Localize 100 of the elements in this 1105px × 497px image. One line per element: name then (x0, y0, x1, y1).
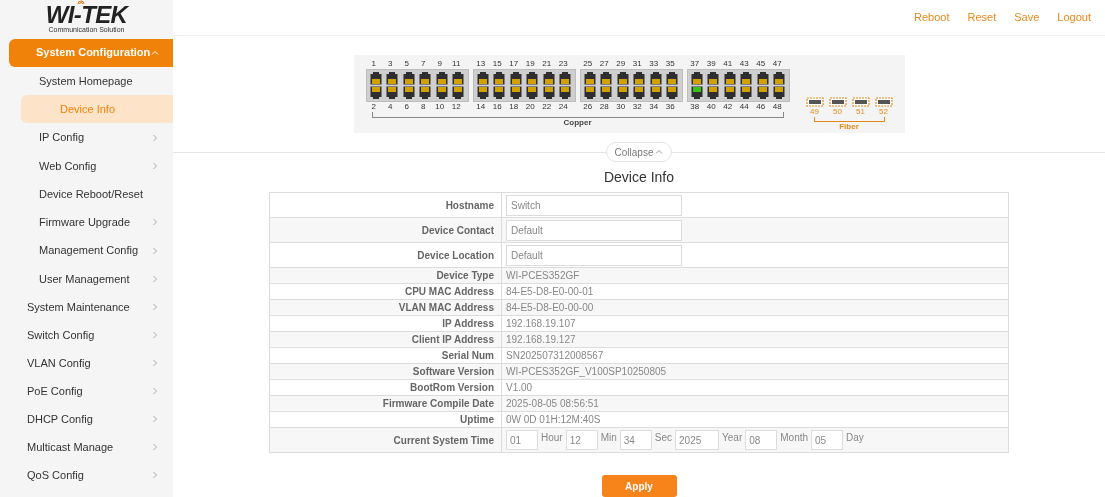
port-number: 41 (722, 59, 734, 69)
port-number: 14 (475, 102, 487, 112)
menu-group[interactable]: DHCP Config (0, 405, 173, 433)
time-unit: Day (846, 431, 864, 445)
port-number: 11 (451, 59, 462, 69)
port-number: 38 (689, 102, 701, 112)
menu-item[interactable]: Device Info (21, 95, 173, 124)
header-link[interactable]: Logout (1057, 9, 1091, 26)
fiber-port-icon (805, 97, 824, 107)
menu-item[interactable]: Web Config (0, 151, 173, 180)
fiber-port-icon (851, 97, 870, 107)
port-number: 44 (738, 102, 750, 112)
field-label: VLAN MAC Address (398, 301, 494, 315)
port-number: 21 (541, 59, 553, 69)
port-number: 28 (598, 102, 610, 112)
text-field[interactable]: Switch (506, 194, 682, 216)
port-number: 52 (879, 107, 888, 117)
menu-item[interactable]: User Management (0, 265, 173, 293)
port-number: 46 (755, 102, 767, 112)
apply-button[interactable]: Apply (601, 475, 677, 497)
port-number: 2 (370, 102, 377, 112)
port-number: 50 (833, 107, 842, 117)
menu-group[interactable]: QoS Config (0, 461, 173, 489)
collapse-button[interactable]: Collapse (605, 142, 673, 162)
fiber-label: Fiber (838, 122, 860, 131)
menu-item[interactable]: IP Config (0, 123, 173, 152)
field-label: Firmware Compile Date (382, 397, 494, 411)
chevron-right-icon (151, 275, 159, 283)
field-value: WI-PCES352GF_V100SP10250805 (506, 365, 667, 379)
port-number: 26 (582, 102, 594, 112)
field-label: CPU MAC Address (404, 285, 494, 299)
port-number: 40 (705, 102, 717, 112)
menu-group[interactable]: Switch Config (0, 321, 173, 349)
text-field[interactable]: Default (506, 219, 682, 241)
chevron-right-icon (151, 133, 159, 142)
port-number: 42 (722, 102, 734, 112)
port-number: 45 (755, 59, 767, 69)
port-number: 1 (370, 59, 377, 69)
field-label: Serial Num (441, 349, 494, 363)
time-field[interactable]: 08 (745, 430, 778, 450)
time-unit: Month (780, 431, 809, 445)
port-number: 34 (648, 102, 660, 112)
time-field[interactable]: 34 (619, 430, 652, 450)
field-value: 84-E5-D8-E0-00-01 (506, 285, 594, 299)
port-number: 31 (631, 59, 643, 69)
port-number: 4 (387, 102, 394, 112)
time-unit: Sec (654, 431, 673, 445)
field-value: V1.00 (506, 381, 533, 395)
menu-group[interactable]: PoE Config (0, 377, 173, 405)
fiber-port-icon (828, 97, 847, 107)
time-unit: Hour (541, 431, 563, 445)
port-number: 10 (434, 102, 446, 112)
time-field[interactable]: 01 (506, 430, 538, 450)
header-link[interactable]: Reboot (914, 9, 950, 26)
field-label: Client IP Address (411, 333, 494, 347)
copper-label: Copper (562, 118, 593, 127)
menu-group[interactable]: Multicast Manage (0, 433, 173, 461)
port-number: 25 (582, 59, 594, 69)
menu-item[interactable]: Device Reboot/Reset (0, 180, 173, 209)
port-number: 22 (541, 102, 553, 112)
time-field[interactable]: 05 (811, 430, 844, 450)
menu-group[interactable]: System Configuration (9, 38, 173, 67)
port-number: 16 (491, 102, 503, 112)
menu-item[interactable]: Management Config (0, 236, 173, 265)
menu-item[interactable]: System Homepage (0, 66, 173, 95)
chevron-right-icon (151, 471, 159, 479)
port-number: 48 (771, 102, 783, 112)
port-number: 37 (689, 59, 701, 69)
chevron-up-icon (151, 48, 159, 57)
signal-icon (75, 0, 86, 6)
field-label: Uptime (460, 413, 494, 427)
menu-group[interactable]: VLAN Config (0, 349, 173, 377)
time-field[interactable]: 12 (565, 430, 598, 450)
port-number: 36 (664, 102, 676, 112)
text-field[interactable]: Default (506, 244, 682, 266)
port-number: 24 (557, 102, 569, 112)
header-link[interactable]: Reset (967, 9, 997, 26)
field-value: 192.168.19.107 (506, 317, 576, 331)
port-number: 29 (615, 59, 627, 69)
time-unit: Year (722, 431, 743, 445)
menu-item[interactable]: Firmware Upgrade (0, 208, 173, 237)
port-number: 15 (491, 59, 503, 69)
chevron-right-icon (151, 303, 159, 311)
port-number: 18 (508, 102, 520, 112)
field-label: Device Location (417, 248, 494, 263)
port-number: 6 (403, 102, 410, 112)
field-label: IP Address (442, 317, 494, 331)
field-value: 84-E5-D8-E0-00-00 (506, 301, 594, 315)
chevron-right-icon (151, 246, 159, 255)
port-number: 9 (436, 59, 443, 69)
header-link[interactable]: Save (1014, 9, 1040, 26)
chevron-right-icon (151, 161, 159, 170)
port-number: 51 (856, 107, 865, 117)
field-value: 0W 0D 01H:12M:40S (506, 413, 601, 427)
field-label: Hostname (445, 198, 494, 213)
time-unit: Min (600, 431, 617, 445)
time-field[interactable]: 2025 (675, 430, 720, 450)
menu-group[interactable]: System Maintenance (0, 293, 173, 321)
port-number: 3 (387, 59, 394, 69)
port-number: 49 (810, 107, 819, 117)
